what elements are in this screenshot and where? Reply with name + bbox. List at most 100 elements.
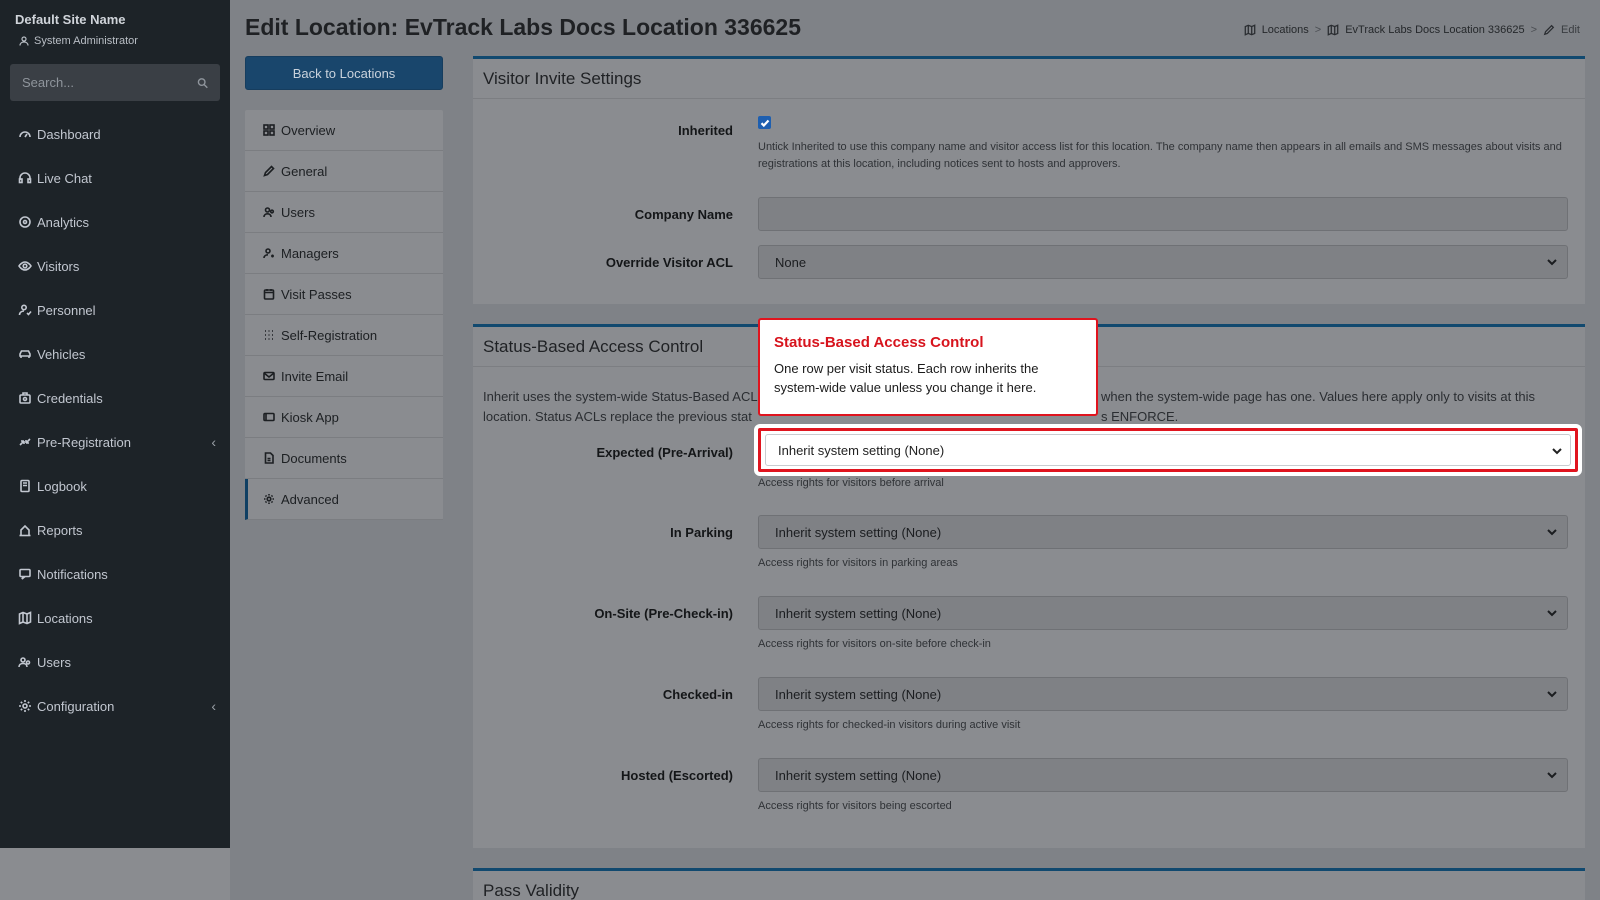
calendar-icon — [263, 289, 275, 300]
headset-icon — [18, 172, 32, 184]
chevron-left-icon[interactable]: ‹ — [211, 698, 216, 714]
eye-icon — [18, 261, 32, 271]
analytics-icon — [19, 216, 31, 228]
inherited-help: Untick Inherited to use this company nam… — [758, 141, 1562, 170]
gear-icon — [19, 700, 31, 712]
subnav-item-documents[interactable]: Documents — [245, 438, 443, 479]
envelope-icon — [263, 371, 275, 381]
chevron-left-icon[interactable]: ‹ — [211, 434, 216, 450]
subnav-label: Invite Email — [281, 368, 349, 384]
breadcrumb-locations[interactable]: Locations — [1262, 24, 1309, 36]
sidebar-item-analytics[interactable]: Analytics — [0, 200, 230, 244]
status-row-help: Access rights for visitors in parking ar… — [758, 557, 958, 569]
select-value: Inherit system setting (None) — [778, 442, 945, 458]
chevron-down-icon — [1547, 529, 1557, 536]
inherited-label: Inherited — [678, 123, 733, 138]
dashboard-icon — [19, 131, 31, 138]
sidebar-item-reports[interactable]: Reports — [0, 508, 230, 552]
override-acl-select[interactable]: None — [758, 245, 1568, 279]
callout-body: One row per visit status. Each row inher… — [774, 361, 1039, 395]
chevron-down-icon — [1547, 610, 1557, 617]
subnav-item-visit-passes[interactable]: Visit Passes — [245, 274, 443, 315]
back-to-locations-button[interactable]: Back to Locations — [245, 56, 443, 90]
sidebar-item-label: Credentials — [37, 390, 103, 406]
sidebar-item-pre-registration[interactable]: Pre-Registration ‹ — [0, 420, 230, 464]
sidebar-item-personnel[interactable]: Personnel — [0, 288, 230, 332]
search-icon[interactable] — [197, 77, 208, 89]
sidebar-item-label: Notifications — [37, 566, 108, 582]
subnav-item-invite-email[interactable]: Invite Email — [245, 356, 443, 397]
sidebar-item-live-chat[interactable]: Live Chat — [0, 156, 230, 200]
sidebar-item-dashboard[interactable]: Dashboard — [0, 112, 230, 156]
subnav-item-kiosk-app[interactable]: Kiosk App — [245, 397, 443, 438]
status-row-label: Hosted (Escorted) — [621, 768, 733, 783]
sidebar-footer — [0, 848, 230, 900]
select-value: None — [775, 254, 807, 270]
status-row-label: Checked-in — [662, 687, 733, 702]
select-value: Inherit system setting (None) — [775, 686, 942, 702]
brand: Default Site Name System Administrator — [0, 0, 230, 47]
chevron-down-icon — [1547, 259, 1557, 266]
tour-callout: Status-Based Access Control One row per … — [758, 318, 1098, 416]
subnav-label: Advanced — [281, 491, 339, 507]
sidebar-item-visitors[interactable]: Visitors — [0, 244, 230, 288]
status-acl-intro-line2-start: location. Status ACLs replace the previo… — [483, 409, 752, 424]
user-role[interactable]: System Administrator — [15, 35, 215, 47]
sidebar-item-users[interactable]: Users — [0, 640, 230, 684]
status-acl-select[interactable]: Inherit system setting (None) — [758, 515, 1568, 549]
subnav-label: Kiosk App — [281, 409, 339, 425]
bell-icon — [19, 568, 31, 580]
subnav-item-overview[interactable]: Overview — [245, 110, 443, 151]
card-title: Visitor Invite Settings — [473, 59, 1585, 99]
status-row-label: Expected (Pre-Arrival) — [596, 445, 733, 460]
sidebar-item-label: Configuration — [37, 698, 115, 714]
status-acl-select[interactable]: Inherit system setting (None) — [758, 596, 1568, 630]
sidebar-item-label: Locations — [37, 610, 93, 626]
status-row-label: On-Site (Pre-Check-in) — [594, 606, 733, 621]
expected-acl-select-highlighted[interactable]: Inherit system setting (None) — [754, 424, 1582, 476]
sidebar-item-locations[interactable]: Locations — [0, 596, 230, 640]
subnav-item-users[interactable]: Users — [245, 192, 443, 233]
company-name-label: Company Name — [634, 207, 733, 222]
sidebar-item-notifications[interactable]: Notifications — [0, 552, 230, 596]
sidebar-nav: Dashboard Live Chat Analytics Visitors P… — [0, 112, 230, 728]
status-acl-select[interactable]: Inherit system setting (None) — [758, 677, 1568, 711]
subnav-item-general[interactable]: General — [245, 151, 443, 192]
status-acl-intro-line2-end: s ENFORCE. — [1101, 409, 1179, 424]
sidebar-item-vehicles[interactable]: Vehicles — [0, 332, 230, 376]
grid-icon — [263, 124, 275, 136]
search-input[interactable] — [22, 75, 197, 90]
status-row-label: In Parking — [670, 525, 733, 540]
select-value: Inherit system setting (None) — [775, 605, 942, 621]
sidebar-item-label: Analytics — [37, 214, 90, 230]
site-name[interactable]: Default Site Name — [15, 12, 215, 27]
users-icon — [18, 657, 31, 668]
sidebar-item-label: Logbook — [37, 478, 87, 494]
subnav-label: Overview — [281, 122, 336, 138]
sidebar-item-credentials[interactable]: Credentials — [0, 376, 230, 420]
subnav-item-self-registration[interactable]: Self-Registration — [245, 315, 443, 356]
breadcrumb-separator: > — [1314, 24, 1322, 36]
map-icon — [1327, 24, 1339, 36]
car-icon — [19, 350, 31, 358]
sidebar-item-label: Users — [37, 654, 71, 670]
subnav-item-managers[interactable]: Managers — [245, 233, 443, 274]
sidebar-item-configuration[interactable]: Configuration ‹ — [0, 684, 230, 728]
status-row-help: Access rights for visitors before arriva… — [758, 477, 944, 489]
select-value: Inherit system setting (None) — [775, 524, 942, 540]
check-icon — [760, 119, 769, 127]
reports-icon — [19, 524, 31, 537]
breadcrumb-location[interactable]: EvTrack Labs Docs Location 336625 — [1345, 24, 1524, 36]
status-acl-select[interactable]: Inherit system setting (None) — [758, 758, 1568, 792]
pass-validity-card: Pass Validity — [473, 868, 1585, 900]
callout-title: Status-Based Access Control — [774, 334, 984, 351]
badge-icon — [19, 392, 31, 404]
inherited-checkbox[interactable] — [758, 116, 771, 129]
sidebar-item-logbook[interactable]: Logbook — [0, 464, 230, 508]
users-icon — [263, 207, 275, 218]
pencil-icon — [263, 165, 275, 177]
document-icon — [264, 452, 274, 464]
chevron-down-icon — [1547, 691, 1557, 698]
company-name-input[interactable] — [758, 197, 1568, 231]
subnav-item-advanced[interactable]: Advanced — [245, 479, 443, 520]
